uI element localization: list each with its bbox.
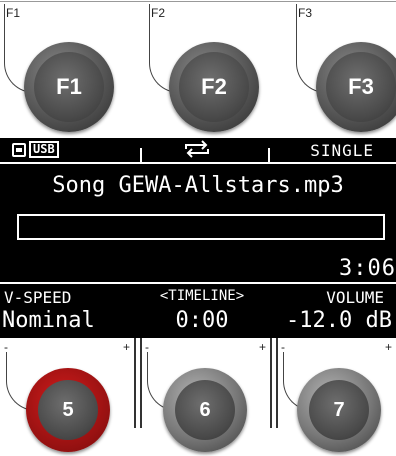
- encoder-7-label: 7: [309, 380, 369, 440]
- f3-button-label: F3: [326, 52, 396, 122]
- encoder-7-knob[interactable]: 7: [297, 368, 381, 452]
- param-vspeed-label: V-SPEED: [4, 288, 72, 307]
- param-volume-value: -12.0 dB: [286, 308, 392, 333]
- f1-button[interactable]: F1: [24, 42, 114, 132]
- encoder-7-area: - + 7: [277, 338, 396, 456]
- encoder-divider-2: [270, 338, 272, 428]
- f2-button[interactable]: F2: [169, 42, 259, 132]
- param-timeline-value: 0:00: [175, 308, 229, 333]
- track-time: 3:06: [339, 256, 396, 281]
- encoder-5-plus: +: [122, 340, 130, 354]
- param-divider: [0, 282, 396, 284]
- usb-indicator: USB: [12, 141, 59, 158]
- repeat-icon: [178, 140, 216, 162]
- status-bar: USB SINGLE: [0, 138, 396, 164]
- encoder-7-plus: +: [384, 340, 392, 354]
- param-vspeed-value: Nominal: [2, 308, 95, 333]
- f1-key-area: F1 F1: [0, 0, 132, 134]
- encoder-6-knob[interactable]: 6: [163, 368, 247, 452]
- encoder-6-label: 6: [175, 380, 235, 440]
- f3-key-area: F3 F3: [292, 0, 396, 134]
- usb-plug-icon: [12, 142, 26, 157]
- param-volume: VOLUME -12.0 dB: [272, 286, 396, 338]
- status-underline: [0, 162, 396, 164]
- song-title: Song GEWA-Allstars.mp3: [52, 173, 344, 198]
- progress-bar[interactable]: [17, 214, 385, 240]
- param-vspeed: V-SPEED Nominal: [0, 286, 132, 338]
- encoder-5-label: 5: [38, 380, 98, 440]
- encoder-5-knob[interactable]: 5: [26, 368, 110, 452]
- encoder-5-area: - + 5: [0, 338, 134, 456]
- encoder-divider-1: [134, 338, 136, 428]
- param-timeline-label: <TIMELINE>: [159, 288, 245, 304]
- f1-button-label: F1: [34, 52, 104, 122]
- f2-button-label: F2: [179, 52, 249, 122]
- f3-button[interactable]: F3: [316, 42, 396, 132]
- encoder-6-plus: +: [258, 340, 266, 354]
- play-mode-label: SINGLE: [310, 141, 374, 160]
- usb-label: USB: [29, 141, 59, 158]
- param-timeline: <TIMELINE> 0:00: [132, 286, 272, 338]
- encoder-6-area: - + 6: [141, 338, 270, 456]
- f2-key-area: F2 F2: [145, 0, 277, 134]
- lcd-screen: USB SINGLE Song GEWA-Allstars.mp3 3:06 V…: [0, 138, 396, 338]
- param-volume-label: VOLUME: [326, 288, 384, 307]
